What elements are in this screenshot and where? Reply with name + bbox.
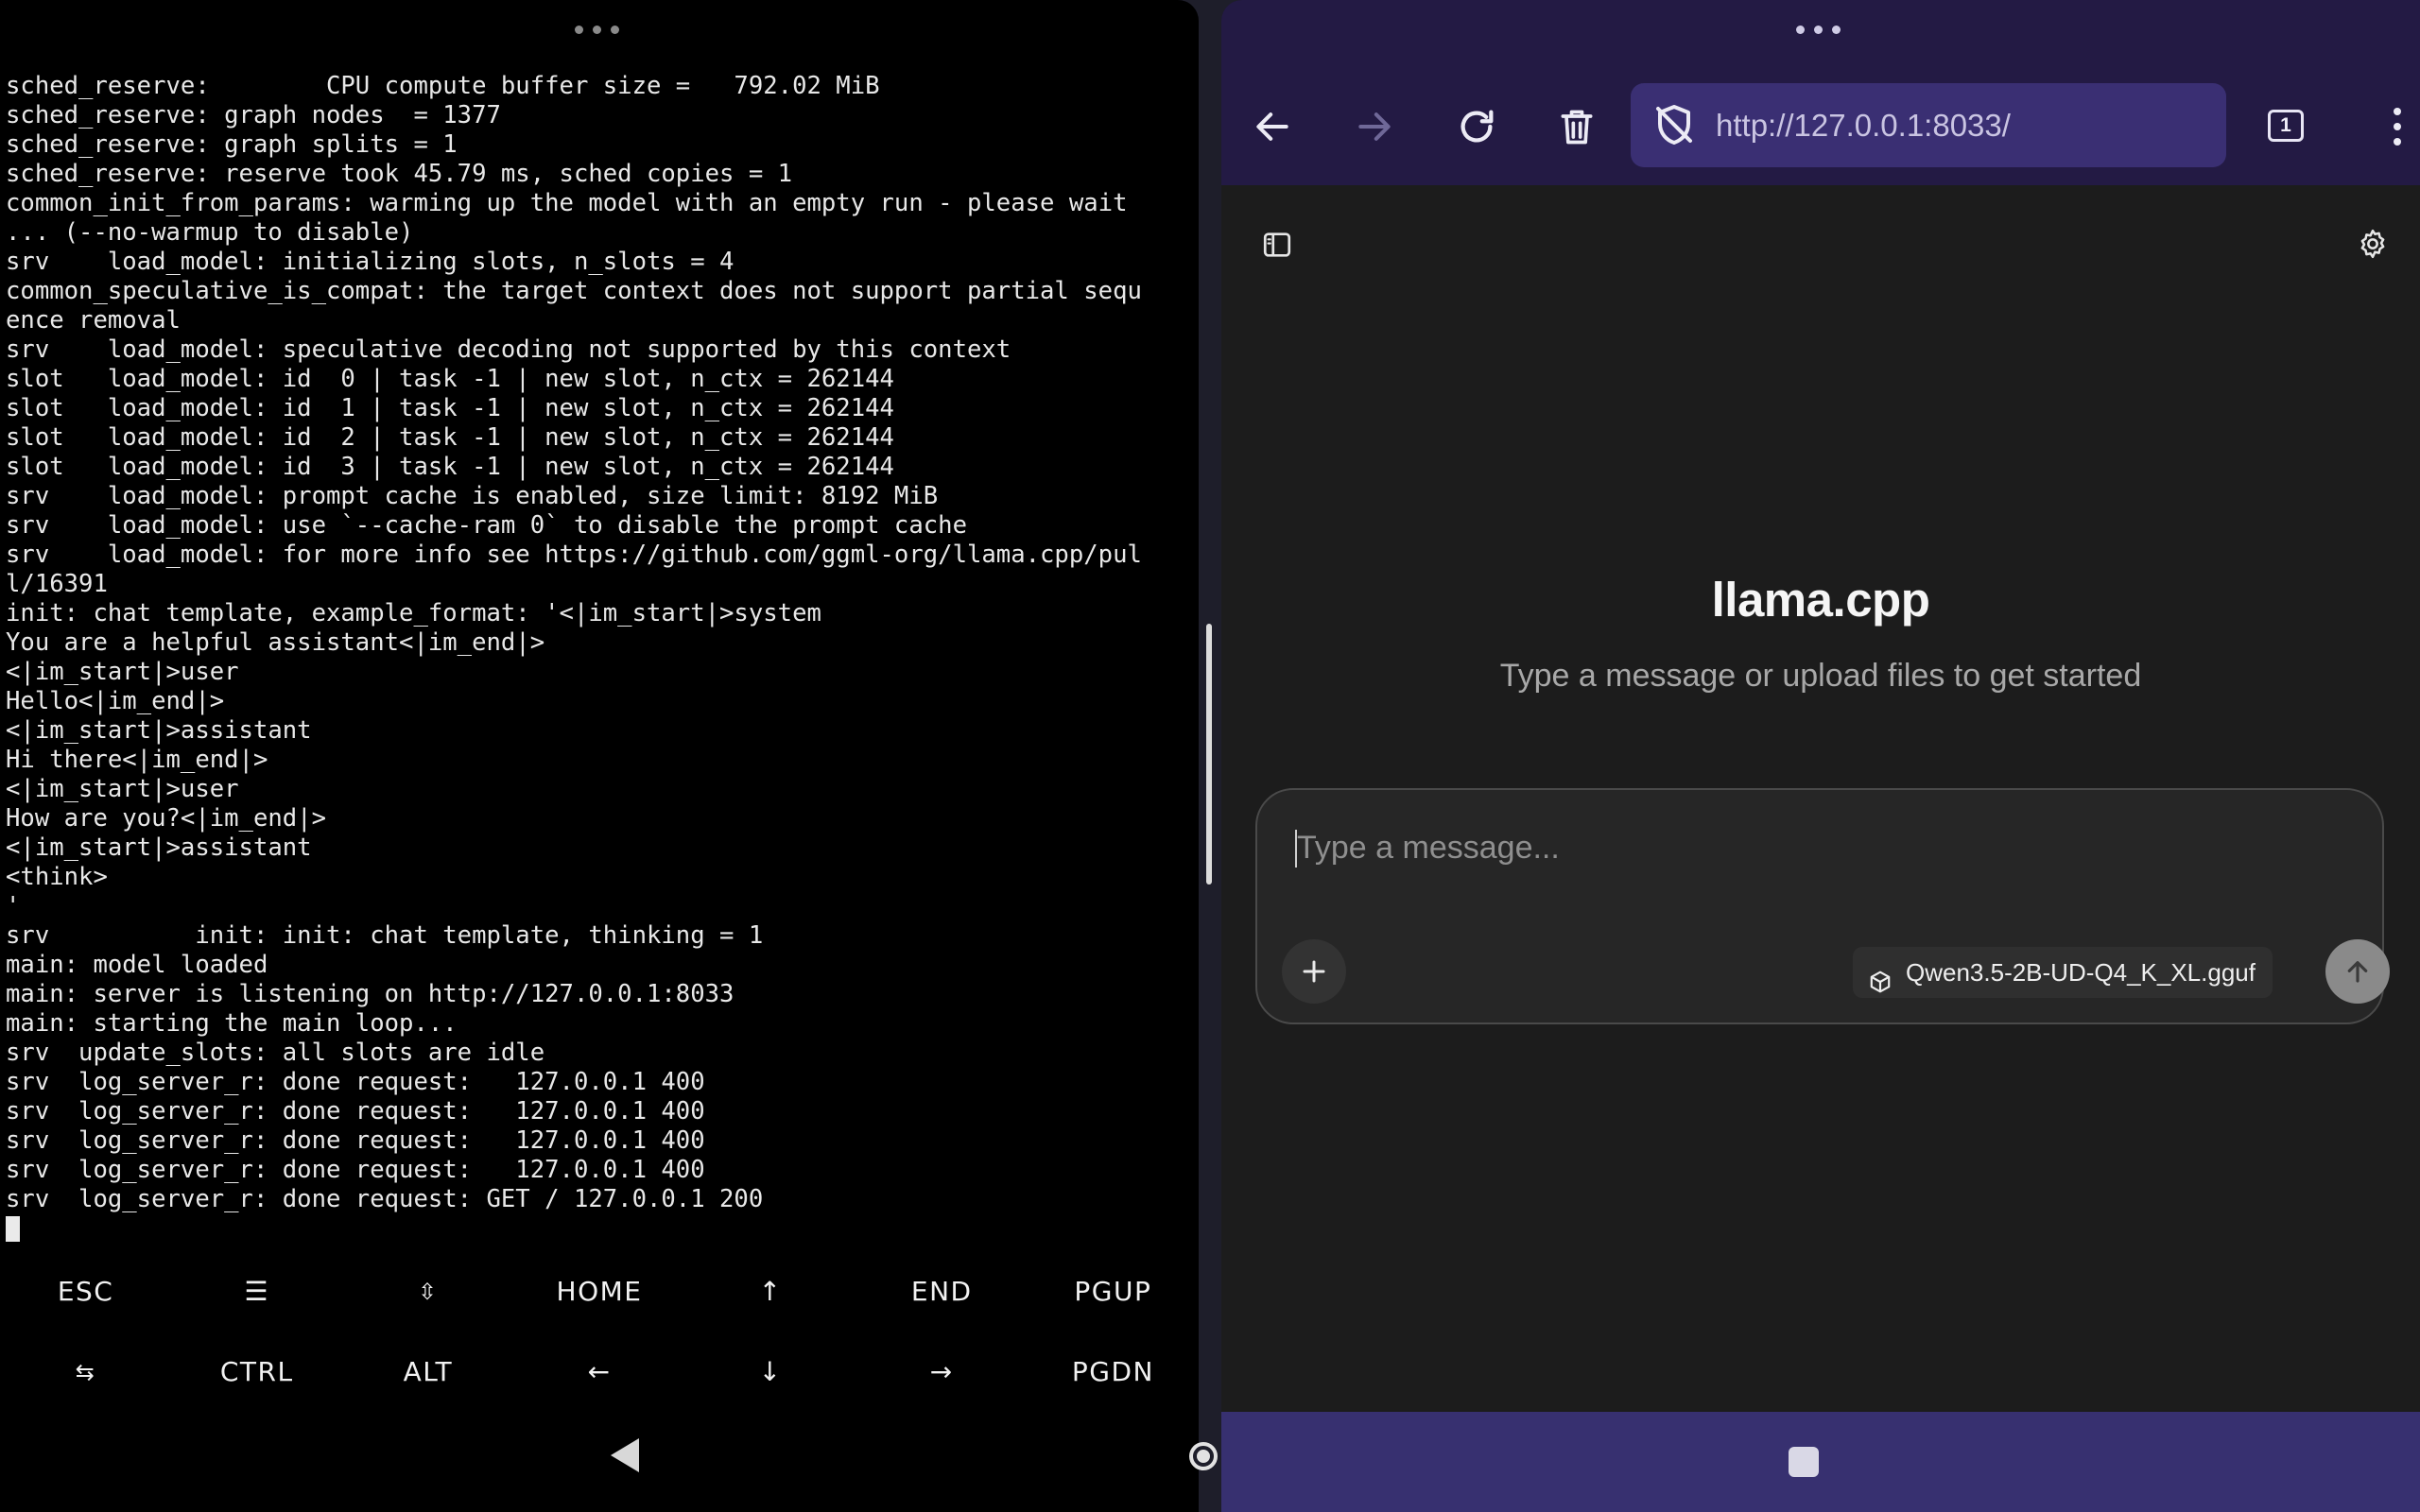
terminal-line: slot load_model: id 2 | task -1 | new sl… [6,423,894,452]
terminal-line: srv log_server_r: done request: 127.0.0.… [6,1156,705,1184]
key-pgdn[interactable]: PGDN [1028,1332,1199,1412]
terminal-line: srv log_server_r: done request: 127.0.0.… [6,1068,705,1096]
terminal-line: main: starting the main loop... [6,1009,458,1038]
key-down[interactable]: ↓ [685,1332,856,1412]
terminal-line: ... (--no-warmup to disable) [6,218,414,247]
app-title: llama.cpp [1711,573,1930,627]
terminal-line: <|im_start|>user [6,775,239,803]
key-home[interactable]: HOME [513,1252,684,1332]
recents-square-icon[interactable] [1789,1447,1819,1477]
terminal-line: Hi there<|im_end|> [6,746,268,774]
terminal-prompt-line[interactable] [6,1214,1195,1244]
terminal-line: How are you?<|im_end|> [6,804,326,833]
terminal-cursor [6,1216,20,1242]
pane-drag-handle[interactable] [575,26,619,34]
key-left[interactable]: ← [513,1332,684,1412]
terminal-line: slot load_model: id 3 | task -1 | new sl… [6,453,894,481]
terminal-line: srv load_model: for more info see https:… [6,541,1142,569]
terminal-line: init: chat template, example_format: '<|… [6,599,821,627]
reload-icon[interactable] [1450,100,1503,153]
pane-drag-handle[interactable] [1796,26,1841,34]
terminal-line: ' [6,892,21,920]
add-attachment-button[interactable] [1282,939,1346,1004]
extra-keys-row-2: ⇆ CTRL ALT ← ↓ → PGDN [0,1332,1199,1412]
terminal-pane[interactable]: sched_reserve: CPU compute buffer size =… [0,0,1199,1512]
terminal-line: ence removal [6,306,181,335]
plus-icon [1303,960,1325,983]
chat-composer: Qwen3.5-2B-UD-Q4_K_XL.gguf [1255,788,2390,1024]
tabs-icon[interactable]: 1 [2268,110,2304,142]
browser-toolbar: http://127.0.0.1:8033/ 1 [1221,0,2420,185]
key-esc[interactable]: ESC [0,1252,171,1332]
terminal-line: Hello<|im_end|> [6,687,225,715]
terminal-line: srv load_model: speculative decoding not… [6,335,1011,364]
terminal-output: sched_reserve: CPU compute buffer size =… [6,72,1195,1244]
back-arrow-icon[interactable] [1246,100,1299,153]
text-caret [1295,830,1297,868]
split-divider-handle[interactable] [1206,624,1212,885]
model-selector[interactable]: Qwen3.5-2B-UD-Q4_K_XL.gguf [1853,947,2273,998]
key-ctrl[interactable]: CTRL [171,1332,342,1412]
message-input[interactable] [1295,824,2339,871]
system-nav-bar [1221,1412,2420,1512]
settings-gear-icon[interactable] [2356,227,2390,265]
url-text[interactable]: http://127.0.0.1:8033/ [1716,83,2011,167]
url-bar[interactable]: http://127.0.0.1:8033/ [1631,83,2226,167]
terminal-line: l/16391 [6,570,108,598]
terminal-line: sched_reserve: reserve took 45.79 ms, sc… [6,160,793,188]
key-end[interactable]: END [856,1252,1028,1332]
terminal-line: <|im_start|>user [6,658,239,686]
key-menu[interactable]: ☰ [171,1252,342,1332]
key-toggle[interactable]: ⇳ [342,1252,513,1332]
terminal-line: You are a helpful assistant<|im_end|> [6,628,545,657]
terminal-line: srv load_model: use `--cache-ram 0` to d… [6,511,967,540]
delete-icon[interactable] [1550,100,1603,153]
key-right[interactable]: → [856,1332,1028,1412]
terminal-line: srv log_server_r: done request: 127.0.0.… [6,1126,705,1155]
terminal-line: main: model loaded [6,951,268,979]
key-alt[interactable]: ALT [342,1332,513,1412]
package-icon [1868,960,1893,1011]
sidebar-toggle-icon[interactable] [1261,229,1293,265]
terminal-line: srv log_server_r: done request: GET / 12… [6,1185,764,1213]
terminal-line: <|im_start|>assistant [6,833,312,862]
terminal-line: slot load_model: id 1 | task -1 | new sl… [6,394,894,422]
terminal-line: srv log_server_r: done request: 127.0.0.… [6,1097,705,1125]
terminal-line: common_speculative_is_compat: the target… [6,277,1142,305]
nav-back-icon[interactable] [611,1438,639,1472]
app-subtitle: Type a message or upload files to get st… [1499,658,2142,694]
key-up[interactable]: ↑ [685,1252,856,1332]
terminal-line: sched_reserve: graph nodes = 1377 [6,101,501,129]
model-name: Qwen3.5-2B-UD-Q4_K_XL.gguf [1906,958,2256,987]
shield-off-icon[interactable] [1651,102,1697,151]
terminal-line: srv update_slots: all slots are idle [6,1039,545,1067]
key-pgup[interactable]: PGUP [1028,1252,1199,1332]
send-button[interactable] [2325,939,2390,1004]
forward-arrow-icon[interactable] [1348,100,1401,153]
terminal-line: main: server is listening on http://127.… [6,980,735,1008]
terminal-line: srv load_model: initializing slots, n_sl… [6,248,735,276]
terminal-line: srv load_model: prompt cache is enabled,… [6,482,939,510]
overflow-menu-icon[interactable] [2378,100,2416,153]
send-arrow-icon [2347,961,2368,983]
terminal-line: common_init_from_params: warming up the … [6,189,1128,217]
browser-pane: http://127.0.0.1:8033/ 1 llama.cpp Type … [1221,0,2420,1512]
terminal-line: sched_reserve: CPU compute buffer size =… [6,72,880,100]
extra-keys-row-1: ESC ☰ ⇳ HOME ↑ END PGUP [0,1252,1199,1332]
terminal-line: <|im_start|>assistant [6,716,312,745]
terminal-line: <think> [6,863,108,891]
terminal-line: slot load_model: id 0 | task -1 | new sl… [6,365,894,393]
nav-home-icon[interactable] [1189,1442,1218,1470]
key-tab[interactable]: ⇆ [0,1332,171,1412]
terminal-line: srv init: init: chat template, thinking … [6,921,764,950]
terminal-line: sched_reserve: graph splits = 1 [6,130,458,159]
